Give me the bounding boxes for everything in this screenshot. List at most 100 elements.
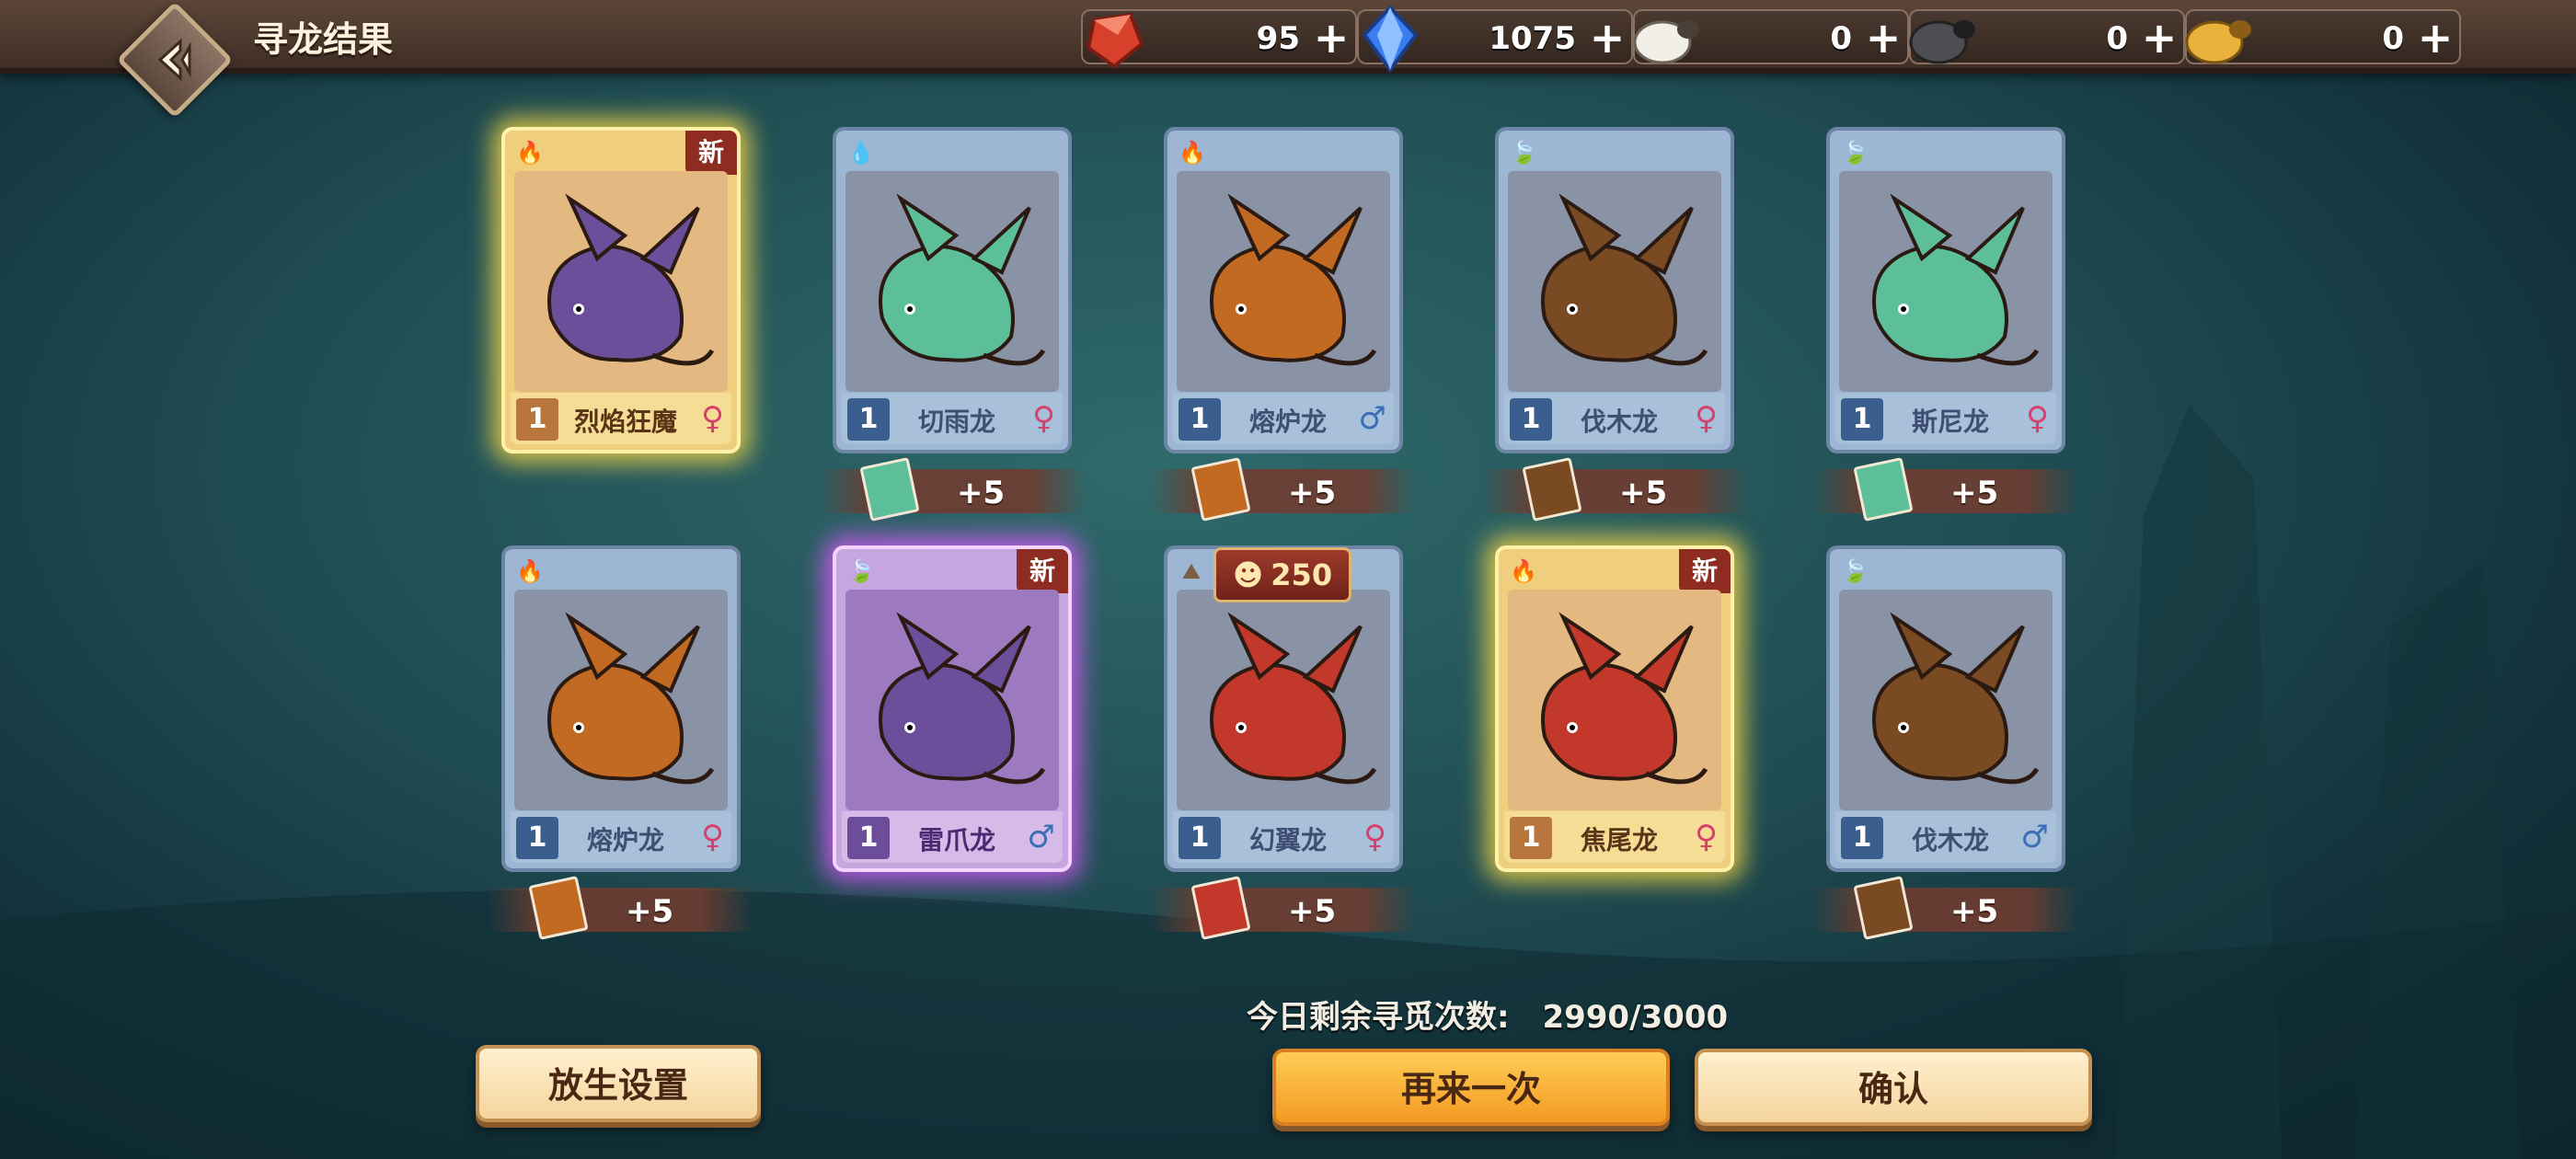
remaining-searches: 今日剩余寻觅次数: 2990/3000 (1247, 992, 1728, 1037)
dragon-level: 1 (1179, 398, 1221, 441)
dragon-card[interactable]: 🔥 新 1 烈焰狂魔 ♀ (501, 127, 741, 453)
add-blue-crystal-button[interactable]: + (1587, 17, 1627, 59)
gender-icon: ♂ (1358, 400, 1386, 437)
dragon-name: 幻翼龙 (1248, 825, 1327, 855)
dragon-level: 1 (847, 817, 890, 859)
dragon-art (514, 590, 728, 810)
new-tag: 新 (1017, 549, 1068, 593)
dragon-card[interactable]: ⛰ 1 幻翼龙 ♀ ☻ 250 (1164, 545, 1403, 872)
confirm-button[interactable]: 确认 (1695, 1049, 2092, 1126)
shard-reward: +5 (488, 876, 754, 940)
gender-icon: ♀ (701, 400, 724, 437)
shard-amount: +5 (957, 475, 1006, 511)
dragon-level: 1 (1510, 817, 1552, 859)
dragon-card[interactable]: 🔥 1 熔炉龙 ♂ (1164, 127, 1403, 453)
shard-reward: +5 (1812, 457, 2079, 522)
resource-blue-crystal: 1075 + (1357, 5, 1633, 74)
add-red-gem-button[interactable]: + (1311, 17, 1351, 59)
card-header-strip (511, 555, 731, 588)
card-header-strip (1835, 555, 2056, 588)
card-header-strip (842, 136, 1063, 169)
dragon-illustration (1541, 612, 1708, 785)
fire-element-icon: 🔥 (516, 558, 544, 584)
dragon-card[interactable]: 🍃 新 1 雷爪龙 ♂ (833, 545, 1072, 872)
dragon-shard-icon (1853, 457, 1914, 522)
add-black-sheep-button[interactable]: + (2139, 17, 2179, 59)
dragon-shard-icon (1853, 876, 1914, 940)
dragon-level: 1 (847, 398, 890, 441)
shard-reward: +5 (1481, 457, 1748, 522)
nature-element-icon: 🍃 (847, 558, 875, 584)
dragon-illustration (879, 612, 1046, 785)
dragon-card[interactable]: 🍃 1 伐木龙 ♂ (1826, 545, 2065, 872)
dragon-shard-icon (1190, 876, 1251, 940)
dragon-art (845, 590, 1059, 810)
dragon-card[interactable]: 🍃 1 斯尼龙 ♀ (1826, 127, 2065, 453)
dragon-art (1839, 590, 2053, 810)
gender-icon: ♀ (701, 819, 724, 855)
dragon-art (1508, 590, 1721, 810)
fire-element-icon: 🔥 (1179, 140, 1206, 166)
nature-element-icon: 🍃 (1841, 558, 1869, 584)
dragon-art (1177, 590, 1390, 810)
shard-reward: +5 (1150, 876, 1417, 940)
score-badge: ☻ 250 (1213, 547, 1351, 602)
dragon-level: 1 (516, 398, 558, 441)
dragon-shard-icon (859, 457, 920, 522)
resource-white-sheep: 0 + (1633, 9, 1909, 64)
dragon-illustration (547, 612, 715, 785)
score-badge-value: 250 (1271, 557, 1333, 592)
dragon-level: 1 (1841, 398, 1883, 441)
add-golden-sheep-button[interactable]: + (2415, 17, 2455, 59)
card-info-bar: 1 斯尼龙 ♀ (1835, 393, 2056, 444)
search-again-button[interactable]: 再来一次 (1272, 1049, 1670, 1126)
dragon-card[interactable]: 🔥 新 1 焦尾龙 ♀ (1495, 545, 1734, 872)
resource-value: 0 (2382, 20, 2404, 57)
back-arrow-icon (157, 38, 191, 82)
card-header-strip (1835, 136, 2056, 169)
dragon-card[interactable]: 💧 1 切雨龙 ♀ (833, 127, 1072, 453)
dragon-illustration (1872, 612, 2040, 785)
dragon-name: 烈焰狂魔 (573, 407, 677, 437)
remaining-label: 今日剩余寻觅次数: (1247, 999, 1510, 1036)
dragon-card[interactable]: 🍃 1 伐木龙 ♀ (1495, 127, 1734, 453)
score-badge-icon: ☻ (1232, 557, 1264, 592)
card-info-bar: 1 幻翼龙 ♀ (1173, 811, 1394, 863)
dragon-name: 伐木龙 (1580, 407, 1658, 437)
resource-black-sheep: 0 + (1909, 9, 2185, 64)
resource-value: 0 (1830, 20, 1852, 57)
shard-amount: +5 (1619, 475, 1668, 511)
dragon-shard-icon (1190, 457, 1251, 522)
dragon-art (514, 171, 728, 392)
dragon-name: 斯尼龙 (1911, 407, 1989, 437)
dragon-level: 1 (1179, 817, 1221, 859)
gender-icon: ♀ (1695, 400, 1718, 437)
gender-icon: ♂ (2020, 819, 2049, 855)
white-sheep-icon (1633, 20, 1699, 64)
nature-element-icon: 🍃 (1510, 140, 1537, 166)
red-gem-icon (1086, 12, 1144, 69)
dragon-level: 1 (1510, 398, 1552, 441)
shard-reward: +5 (1150, 457, 1417, 522)
card-info-bar: 1 伐木龙 ♀ (1504, 393, 1725, 444)
dragon-name: 熔炉龙 (586, 825, 664, 855)
shard-amount: +5 (1288, 893, 1337, 930)
gender-icon: ♀ (1363, 819, 1386, 855)
dragon-shard-icon (1522, 457, 1582, 522)
back-button[interactable] (116, 1, 234, 119)
shard-amount: +5 (1950, 893, 1999, 930)
card-info-bar: 1 焦尾龙 ♀ (1504, 811, 1725, 863)
shard-amount: +5 (1950, 475, 1999, 511)
add-white-sheep-button[interactable]: + (1863, 17, 1903, 59)
dragon-illustration (547, 193, 715, 366)
page-title: 寻龙结果 (253, 19, 394, 60)
gender-icon: ♂ (1027, 819, 1055, 855)
dragon-card[interactable]: 🔥 1 熔炉龙 ♀ (501, 545, 741, 872)
resource-value: 0 (2106, 20, 2128, 57)
dragon-shard-icon (528, 876, 589, 940)
card-info-bar: 1 雷爪龙 ♂ (842, 811, 1063, 863)
card-header-strip (1504, 136, 1725, 169)
shard-amount: +5 (1288, 475, 1337, 511)
gender-icon: ♀ (1032, 400, 1055, 437)
release-settings-button[interactable]: 放生设置 (476, 1045, 761, 1122)
